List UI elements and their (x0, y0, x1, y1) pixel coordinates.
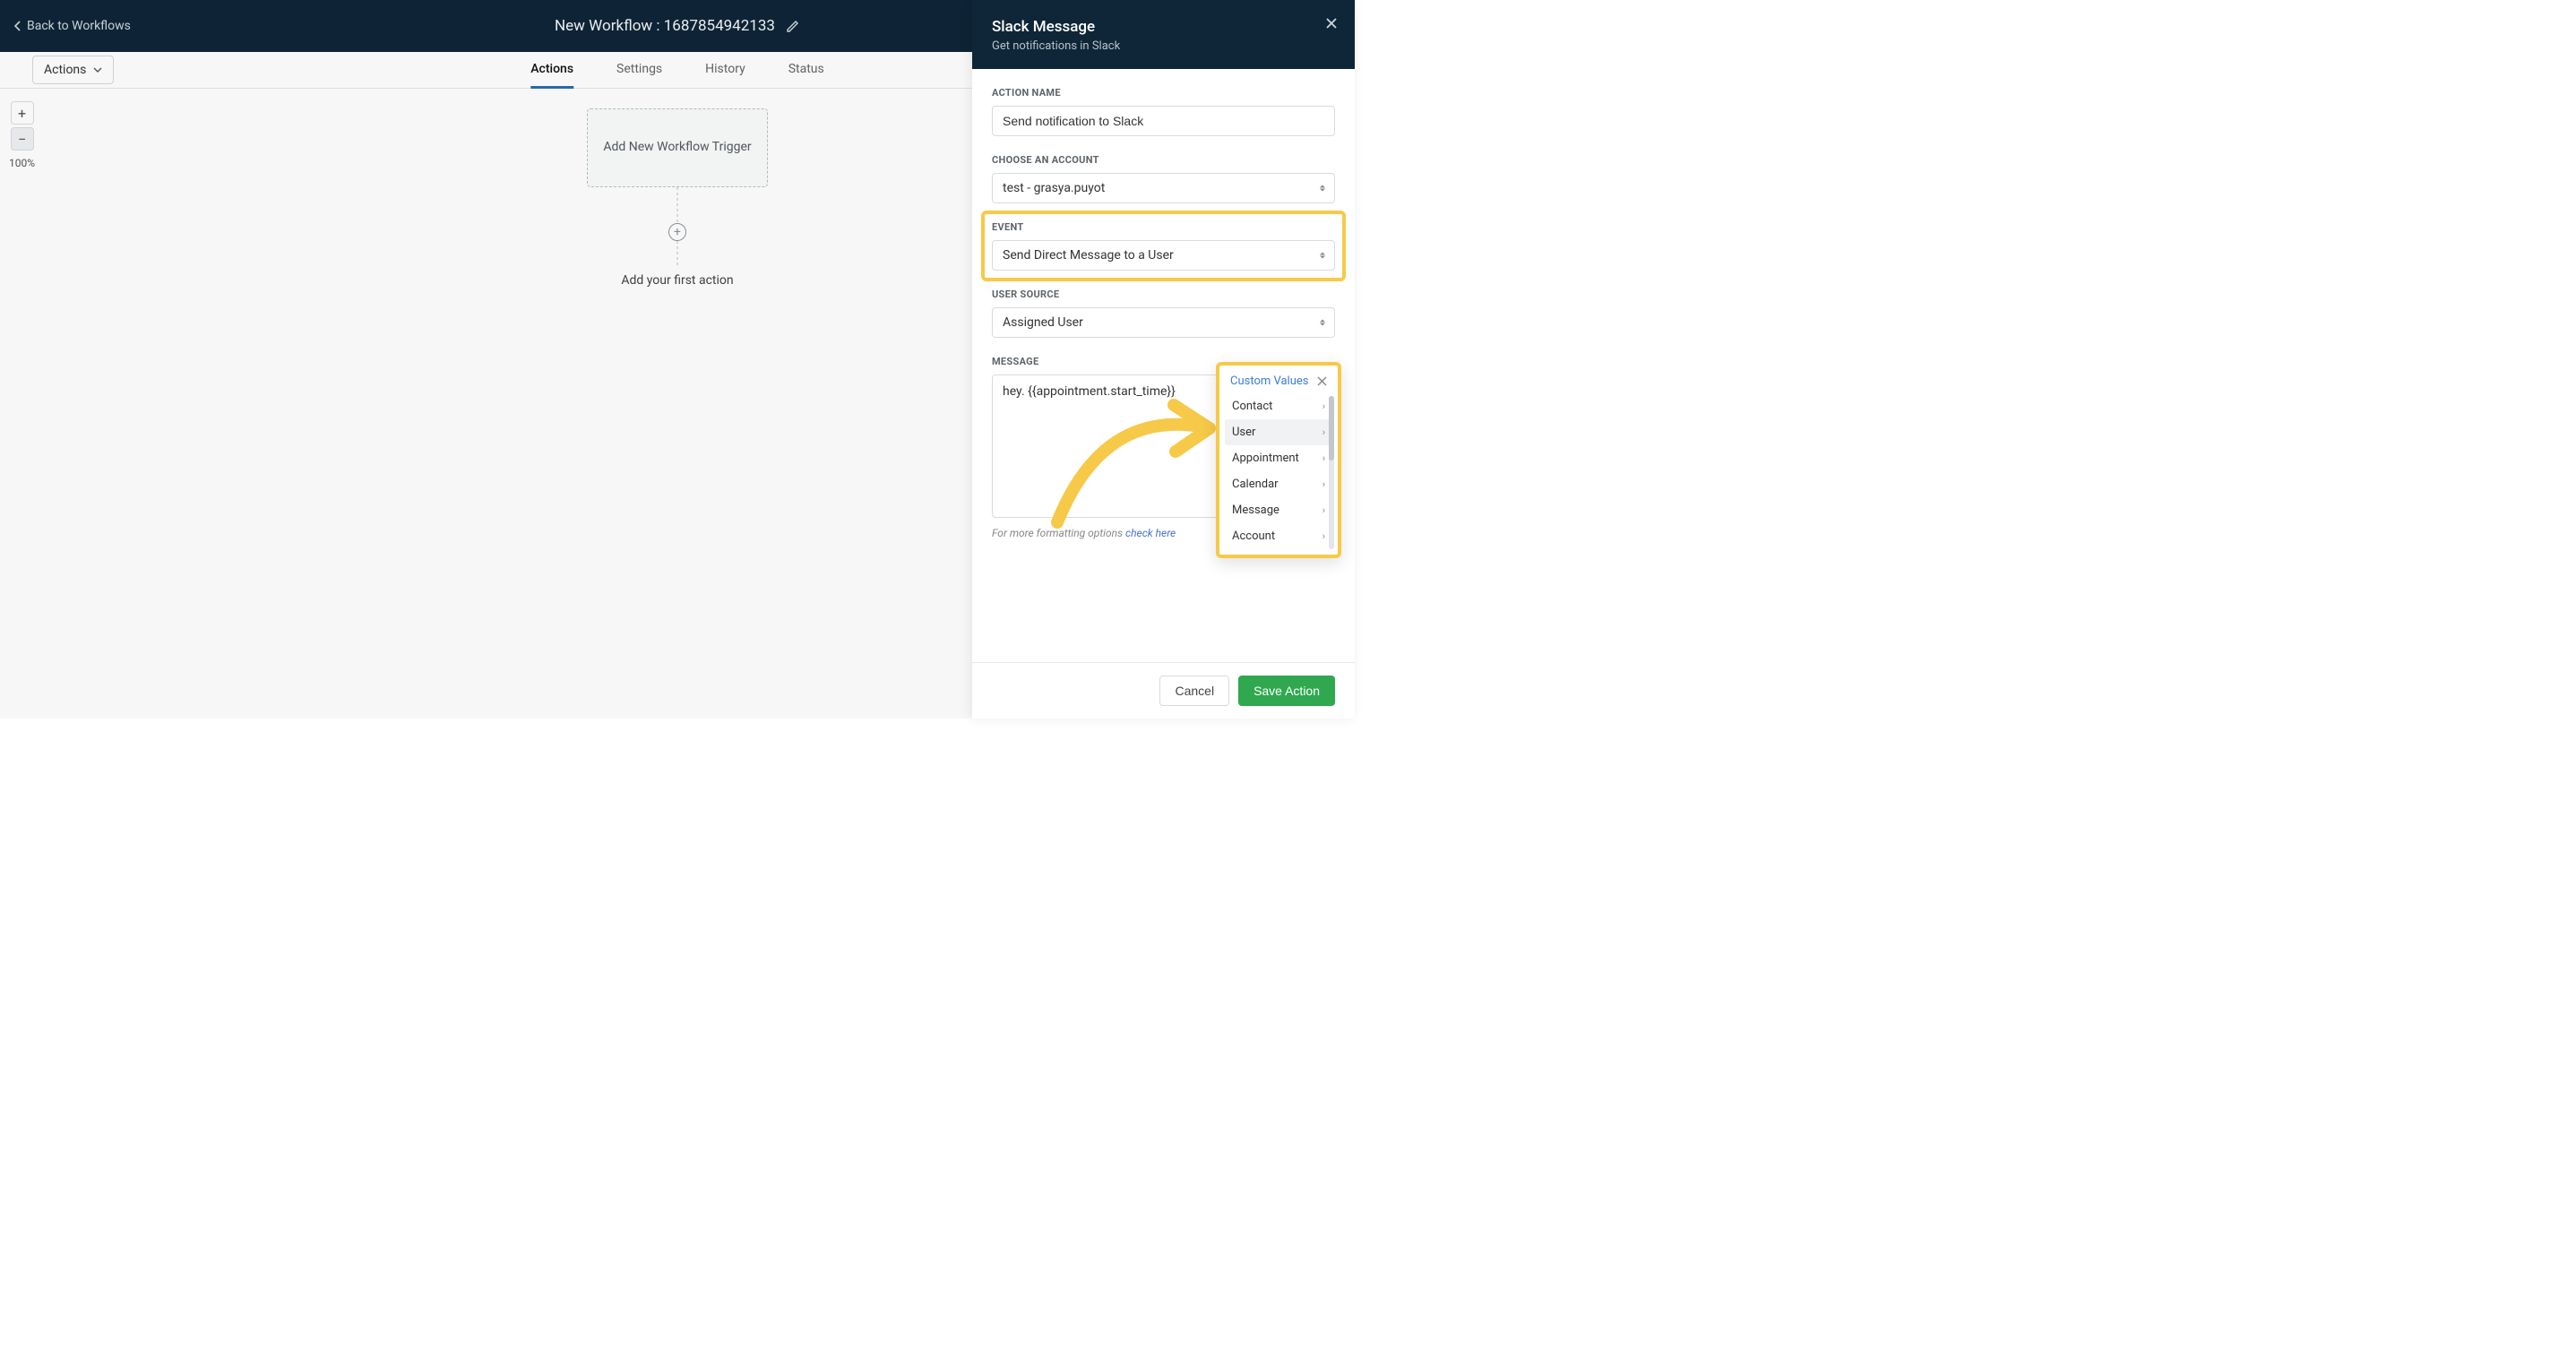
event-value: Send Direct Message to a User (1003, 248, 1174, 263)
event-label: EVENT (992, 221, 1335, 233)
popup-close-button[interactable] (1317, 376, 1327, 386)
actions-dropdown-label: Actions (44, 63, 86, 77)
popup-item-appointment[interactable]: Appointment› (1225, 445, 1332, 471)
close-icon (1317, 376, 1327, 386)
workflow-title: New Workflow : 1687854942133 (555, 17, 775, 35)
account-group: CHOOSE AN ACCOUNT test - grasya.puyot (992, 154, 1335, 203)
event-highlight: EVENT Send Direct Message to a User (981, 211, 1346, 281)
chevron-right-icon: › (1322, 426, 1325, 438)
select-caret-icon (1320, 320, 1325, 326)
popup-scrollbar[interactable] (1329, 396, 1334, 549)
account-select[interactable]: test - grasya.puyot (992, 173, 1335, 203)
tab-history[interactable]: History (705, 52, 745, 89)
tab-actions[interactable]: Actions (530, 52, 573, 89)
back-label: Back to Workflows (27, 19, 131, 33)
add-trigger-box[interactable]: Add New Workflow Trigger (587, 108, 768, 187)
popup-list: Contact› User› Appointment› Calendar› Me… (1223, 392, 1334, 551)
panel-close-button[interactable] (1324, 16, 1339, 30)
tabs: Actions Settings History Status (530, 52, 823, 89)
close-icon (1324, 16, 1339, 30)
select-caret-icon (1320, 185, 1325, 192)
popup-item-account[interactable]: Account› (1225, 523, 1332, 549)
back-to-workflows-link[interactable]: Back to Workflows (14, 19, 131, 33)
connector-line (677, 241, 678, 266)
cancel-button[interactable]: Cancel (1159, 676, 1229, 706)
zoom-out-button[interactable]: − (11, 127, 34, 151)
user-source-label: USER SOURCE (992, 288, 1335, 300)
chevron-right-icon: › (1322, 478, 1325, 490)
tab-settings[interactable]: Settings (616, 52, 662, 89)
popup-item-contact[interactable]: Contact› (1225, 393, 1332, 419)
pencil-icon[interactable] (786, 19, 800, 33)
help-link[interactable]: check here (1125, 527, 1176, 539)
scrollbar-thumb[interactable] (1329, 396, 1334, 461)
user-source-value: Assigned User (1003, 315, 1083, 330)
select-caret-icon (1320, 253, 1325, 259)
popup-header: Custom Values (1223, 369, 1334, 392)
account-label: CHOOSE AN ACCOUNT (992, 154, 1335, 166)
zoom-controls: + − 100% (9, 101, 35, 169)
event-select[interactable]: Send Direct Message to a User (992, 240, 1335, 271)
actions-dropdown[interactable]: Actions (32, 56, 114, 84)
popup-item-user[interactable]: User› (1225, 419, 1332, 445)
action-name-group: ACTION NAME (992, 87, 1335, 136)
action-name-input[interactable] (992, 106, 1335, 136)
panel-header: Slack Message Get notifications in Slack (972, 0, 1355, 69)
slack-action-panel: Slack Message Get notifications in Slack… (972, 0, 1355, 719)
popup-item-calendar[interactable]: Calendar› (1225, 471, 1332, 497)
chevron-down-icon (93, 67, 102, 73)
user-source-select[interactable]: Assigned User (992, 307, 1335, 338)
chevron-right-icon: › (1322, 400, 1325, 412)
user-source-group: USER SOURCE Assigned User (992, 288, 1335, 338)
add-node-button[interactable]: + (668, 223, 686, 241)
tab-status[interactable]: Status (788, 52, 824, 89)
chevron-right-icon: › (1322, 504, 1325, 516)
zoom-level: 100% (9, 157, 35, 169)
chevron-left-icon (14, 21, 22, 31)
panel-footer: Cancel Save Action (972, 662, 1355, 719)
add-first-action-label: Add your first action (621, 273, 733, 288)
action-name-label: ACTION NAME (992, 87, 1335, 99)
connector-line (677, 187, 678, 223)
panel-title: Slack Message (992, 18, 1335, 36)
popup-item-message[interactable]: Message› (1225, 497, 1332, 523)
custom-values-popup: Custom Values Contact› User› Appointment… (1216, 362, 1341, 558)
zoom-in-button[interactable]: + (11, 101, 34, 125)
account-value: test - grasya.puyot (1003, 181, 1105, 195)
save-action-button[interactable]: Save Action (1238, 676, 1335, 706)
chevron-right-icon: › (1322, 452, 1325, 464)
header-title-wrap: New Workflow : 1687854942133 (555, 17, 800, 35)
panel-subtitle: Get notifications in Slack (992, 39, 1335, 53)
event-group: EVENT Send Direct Message to a User (992, 221, 1335, 271)
help-prefix: For more formatting options (992, 527, 1125, 539)
popup-title: Custom Values (1230, 375, 1309, 388)
chevron-right-icon: › (1322, 530, 1325, 542)
